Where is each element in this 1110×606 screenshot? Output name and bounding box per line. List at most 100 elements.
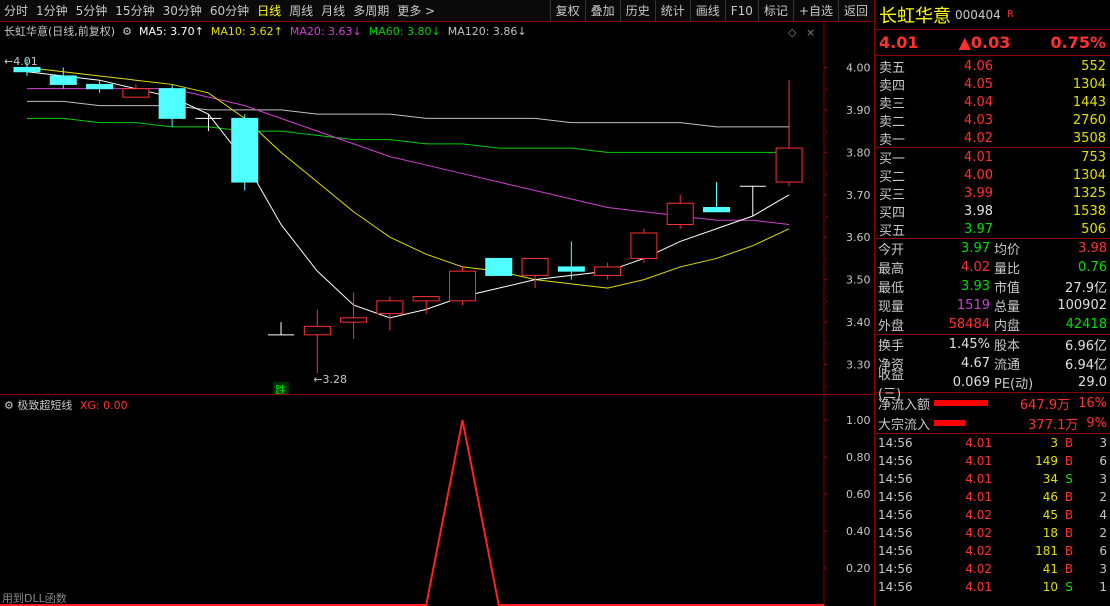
settings-icon[interactable]: ⚙ [122,25,132,38]
trade-row-6: 14:56 4.02 181 B 6 [875,542,1110,560]
function-button-2[interactable]: 历史 [619,0,655,22]
stat-row-0: 今开 3.97 均价 3.98 [875,239,1110,258]
function-button-1[interactable]: 叠加 [584,0,620,22]
fund-value-2: 6.96亿 [1065,339,1107,354]
period-tab-7[interactable]: 周线 [285,0,317,22]
candle-body-11 [412,296,440,302]
price-tick-label-0: 4.00 [846,61,871,74]
period-tab-4[interactable]: 30分钟 [159,0,206,22]
trade-price: 4.01 [965,454,992,468]
bid-row-3[interactable]: 买四 3.98 1538 [875,202,1110,221]
period-tab-2[interactable]: 5分钟 [72,0,112,22]
flow-pct: 16% [1078,395,1107,411]
price-tick-label-6: 3.40 [846,316,871,329]
stat-value: 3.93 [961,279,990,294]
fund-key-2: 股本 [994,339,1021,354]
trade-time: 14:56 [878,508,913,522]
period-tab-5[interactable]: 60分钟 [206,0,253,22]
trade-volume: 10 [1042,580,1058,594]
bid-row-0[interactable]: 买一 4.01 753 [875,148,1110,167]
indicator-svg[interactable]: 1.00 0.80 0.60 0.40 0.20 [0,395,873,606]
price-tick-label-4: 3.60 [846,231,871,244]
indicator-legend: ⚙ 极致超短线 XG: 0.00 [4,397,128,413]
candle-body-3 [122,88,150,98]
trade-volume: 149 [1035,454,1058,468]
fund-value: 0.069 [952,375,990,390]
bid-row-1[interactable]: 买二 4.00 1304 [875,166,1110,185]
trade-volume: 3 [1050,436,1058,450]
trade-row-2: 14:56 4.01 34 S 3 [875,470,1110,488]
ask-row-2[interactable]: 卖三 4.04 1443 [875,93,1110,112]
price-summary: 4.01 ▲0.03 0.75% [875,30,1110,56]
xg-line [0,419,824,606]
ask-volume: 2760 [1072,112,1106,128]
bid-price: 3.98 [964,203,993,219]
capital-flow: 净流入额 647.9万 16% 大宗流入 377.1万 9% [875,393,1110,433]
fund-value: 1.45% [948,337,990,352]
indicator-settings-icon[interactable]: ⚙ [4,399,14,412]
ask-row-4[interactable]: 卖一 4.02 3508 [875,129,1110,148]
tick-trades[interactable]: 14:56 4.01 3 B 3 14:56 4.01 149 B 6 14:56 4.01 34 S 3 1… [875,434,1110,596]
indicator-tick-label-2: 0.60 [846,488,871,501]
function-button-0[interactable]: 复权 [549,0,585,22]
ma5-label: MA5: 3.70↑ [138,24,204,38]
function-button-7[interactable]: +自选 [792,0,838,22]
ask-row-1[interactable]: 卖四 4.05 1304 [875,75,1110,94]
bid-row-4[interactable]: 买五 3.97 506 [875,220,1110,239]
period-tab-1[interactable]: 1分钟 [32,0,72,22]
flow-bar-track [934,420,998,426]
ask-price: 4.06 [964,58,993,74]
period-tab-3[interactable]: 15分钟 [111,0,158,22]
indicator-title: 极致超短线 [17,399,73,412]
ask-volume: 552 [1081,58,1106,74]
period-tab-10[interactable]: 更多 > [393,0,439,22]
price-change-pct: 0.75% [1050,33,1106,52]
ask-row-0[interactable]: 卖五 4.06 552 [875,57,1110,76]
stat-value: 58484 [948,317,990,332]
trade-time: 14:56 [878,490,913,504]
trade-row-5: 14:56 4.02 18 B 2 [875,524,1110,542]
candle-body-13 [485,257,513,276]
function-button-6[interactable]: 标记 [757,0,793,22]
period-tab-8[interactable]: 月线 [317,0,349,22]
main-kline-chart[interactable]: 4.00 3.90 3.80 3.70 3.60 3.50 3.40 3.30 ←4.01 ←3.… [0,22,873,397]
function-button-5[interactable]: F10 [724,0,758,22]
bid-label: 买二 [879,169,906,185]
trade-side: B [1064,526,1074,540]
ask-book: 卖五 4.06 552 卖四 4.05 1304 卖三 4.04 1443 卖二 4.03 2760 卖… [875,56,1110,148]
function-button-8[interactable]: 返回 [837,0,873,22]
flow-row-0: 净流入额 647.9万 16% [875,393,1110,413]
stat-key-2: 均价 [994,243,1021,258]
kline-svg[interactable]: 4.00 3.90 3.80 3.70 3.60 3.50 3.40 3.30 ←4.01 ←3.… [0,22,873,397]
price-tick-label-5: 3.50 [846,274,871,287]
period-tab-9[interactable]: 多周期 [349,0,393,22]
period-tab-0[interactable]: 分时 [0,0,32,22]
ask-row-3[interactable]: 卖二 4.03 2760 [875,111,1110,130]
last-price: 4.01 [879,33,919,52]
trade-count: 6 [1099,544,1107,558]
trade-side: B [1064,562,1074,576]
trade-count: 3 [1099,562,1107,576]
indicator-chart[interactable]: 1.00 0.80 0.60 0.40 0.20 ⚙ 极致超短线 XG: 0.00 用到… [0,394,873,606]
ma-legend: 长虹华意(日线,前复权) ⚙ MA5: 3.70↑ MA10: 3.62↑ MA… [0,22,824,40]
stat-row-1: 最高 4.02 量比 0.76 [875,258,1110,277]
stat-value-2: 0.76 [1078,260,1107,275]
bid-label: 买四 [879,205,906,221]
price-tick-label-7: 3.30 [846,359,871,372]
trade-side: B [1064,508,1074,522]
ask-price: 4.03 [964,112,993,128]
bid-row-2[interactable]: 买三 3.99 1325 [875,184,1110,203]
ask-label: 卖四 [879,78,906,94]
event-badge: 跌 [275,383,286,394]
ask-volume: 3508 [1072,130,1106,146]
period-tab-6[interactable]: 日线 [253,0,285,22]
chart-title: 长虹华意(日线,前复权) [4,25,116,38]
stock-code: 000404 [955,7,1001,22]
ask-volume: 1443 [1072,94,1106,110]
indicator-tick-label-0: 1.00 [846,414,871,427]
function-button-4[interactable]: 画线 [689,0,725,22]
stat-key: 最低 [878,281,905,296]
function-button-3[interactable]: 统计 [654,0,690,22]
stock-header: 长虹华意 000404 R [875,0,1110,30]
flow-amount: 377.1万 [1028,417,1079,433]
